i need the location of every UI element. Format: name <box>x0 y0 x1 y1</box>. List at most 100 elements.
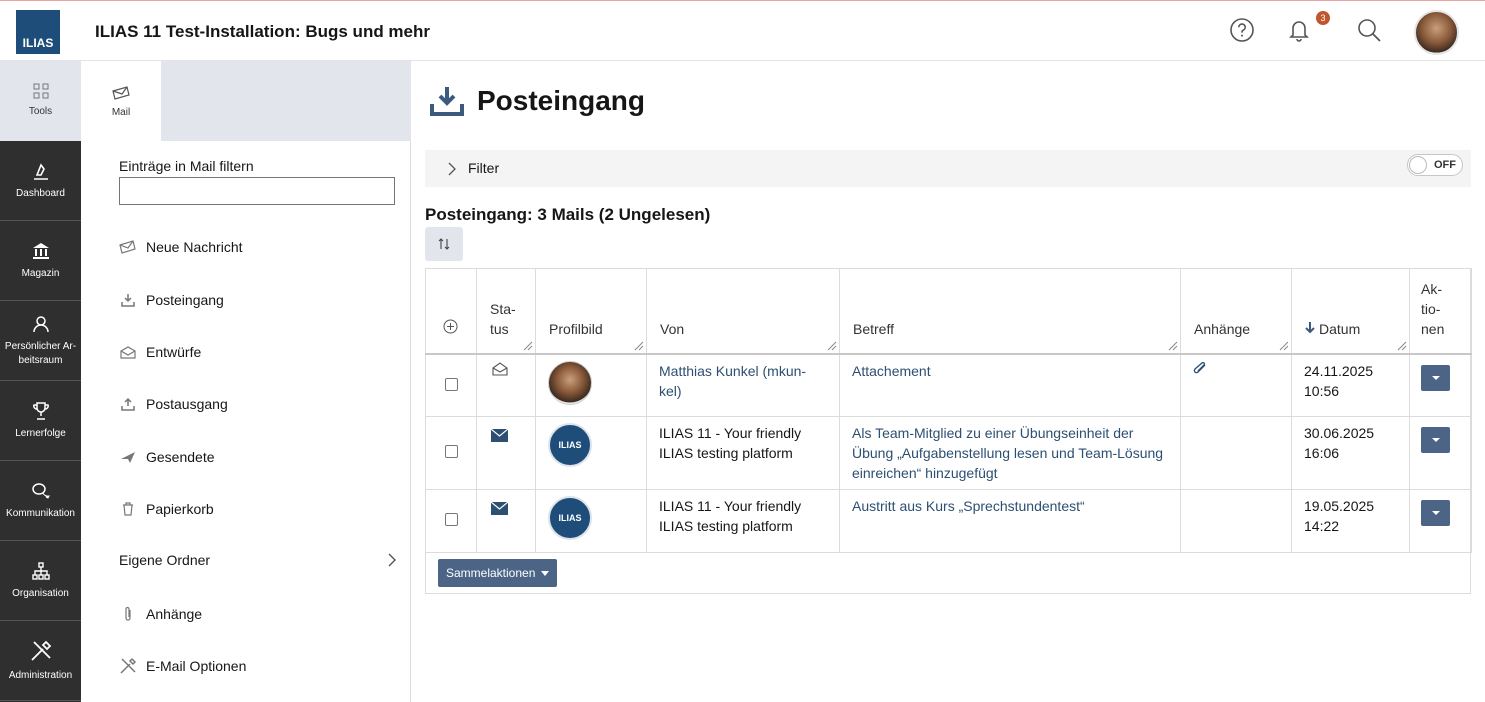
sender-link[interactable]: Matthias Kunkel (mkun-kel) <box>659 363 806 399</box>
link-label: Papierkorb <box>146 501 214 517</box>
main-bar: Tools Dashboard Magazin Persönlicher Ar-… <box>0 61 81 702</box>
envelope-open-icon <box>492 361 508 376</box>
column-subject[interactable]: Betreff <box>839 268 1181 355</box>
column-date[interactable]: Datum <box>1291 268 1410 355</box>
row-checkbox[interactable] <box>444 377 458 391</box>
sent-icon <box>119 450 137 464</box>
column-label: Anhänge <box>1194 320 1251 337</box>
resize-grip-icon[interactable] <box>1279 341 1289 351</box>
grid-icon <box>33 83 48 99</box>
actions-dropdown-button[interactable] <box>1421 364 1450 391</box>
paperclip-icon <box>119 606 137 622</box>
link-inbox[interactable]: Posteingang <box>119 289 224 311</box>
dashboard-icon <box>33 162 48 180</box>
link-label: Gesendete <box>146 449 215 465</box>
link-new-message[interactable]: Neue Nachricht <box>119 236 243 258</box>
chat-icon <box>31 482 50 499</box>
subject-link[interactable]: Attachement <box>852 363 931 379</box>
time-text: 14:22 <box>1304 518 1340 534</box>
caret-down-icon <box>1431 511 1440 515</box>
plus-circle-icon[interactable] <box>443 319 458 334</box>
tools-icon <box>119 657 137 675</box>
row-checkbox[interactable] <box>444 445 458 458</box>
own-folders-label: Eigene Ordner <box>119 552 211 568</box>
notification-badge: 3 <box>1316 11 1330 25</box>
resize-grip-icon[interactable] <box>1168 341 1178 351</box>
actions-dropdown-button[interactable] <box>1421 427 1450 453</box>
filter-bar: Filter OFF <box>425 150 1471 187</box>
mainbar-item-communication[interactable]: Kommunikation <box>0 461 81 541</box>
slate-tabs: Mail <box>81 61 411 141</box>
mainbar-item-workspace[interactable]: Persönlicher Ar-beitsraum <box>0 301 81 381</box>
resize-grip-icon[interactable] <box>1397 341 1407 351</box>
mainbar-label: Tools <box>28 106 53 117</box>
actions-dropdown-button[interactable] <box>1421 500 1450 526</box>
column-label: Ak- <box>1421 280 1442 297</box>
drafts-icon <box>119 345 137 359</box>
link-label: Posteingang <box>146 292 224 308</box>
row-checkbox[interactable] <box>444 513 458 526</box>
column-actions: Ak-tio-nen <box>1409 268 1472 355</box>
link-outbox[interactable]: Postausgang <box>119 393 228 415</box>
mainbar-item-organisation[interactable]: Organisation <box>0 541 81 621</box>
subject-link[interactable]: Austritt aus Kurs „Sprechstundentest“ <box>852 498 1085 514</box>
mainbar-item-tools[interactable]: Tools <box>0 61 81 141</box>
column-label: tio- <box>1421 300 1441 317</box>
switch-state: OFF <box>1434 159 1456 171</box>
time-text: 16:06 <box>1304 445 1340 461</box>
ilias-logo[interactable]: ILIAS <box>16 10 60 54</box>
mail-filter-input[interactable] <box>119 177 395 205</box>
link-drafts[interactable]: Entwürfe <box>119 341 201 363</box>
link-mail-options[interactable]: E-Mail Optionen <box>119 655 246 677</box>
column-attachments[interactable]: Anhänge <box>1180 268 1292 355</box>
mainbar-item-magazin[interactable]: Magazin <box>0 221 81 301</box>
mainbar-label: Magazin <box>21 267 60 279</box>
sort-button[interactable] <box>425 227 463 261</box>
link-trash[interactable]: Papierkorb <box>119 498 214 520</box>
person-icon <box>32 315 49 332</box>
filter-switch[interactable]: OFF <box>1407 154 1463 176</box>
top-header: ILIAS ILIAS 11 Test-Installation: Bugs u… <box>0 0 1485 61</box>
column-picture[interactable]: Profilbild <box>535 268 647 355</box>
resize-grip-icon[interactable] <box>827 341 837 351</box>
link-label: Postausgang <box>146 396 228 412</box>
caret-down-icon <box>541 570 550 576</box>
link-sent[interactable]: Gesendete <box>119 446 215 468</box>
link-label: Entwürfe <box>146 344 202 360</box>
tab-mail[interactable]: Mail <box>81 61 161 141</box>
mainbar-item-achievements[interactable]: Lernerfolge <box>0 381 81 461</box>
chevron-right-icon[interactable] <box>447 161 457 177</box>
resize-grip-icon[interactable] <box>634 341 644 351</box>
search-icon[interactable] <box>1355 16 1383 44</box>
column-label: tus <box>490 320 509 337</box>
avatar-logo-text: ILIAS <box>558 513 582 523</box>
link-attachments[interactable]: Anhänge <box>119 603 202 625</box>
arrow-down-icon <box>1305 321 1315 333</box>
bell-icon[interactable] <box>1285 16 1313 44</box>
bulk-actions-button[interactable]: Sammelaktionen <box>438 559 558 587</box>
filter-toggle-label[interactable]: Filter <box>468 160 499 176</box>
column-label: nen <box>1421 320 1445 337</box>
avatar-logo-text: ILIAS <box>558 440 582 450</box>
subject-link[interactable]: Als Team-Mitglied zu einer Übungseinheit… <box>852 425 1163 481</box>
table-row: Matthias Kunkel (mkun-kel) Attachement 2… <box>425 353 1472 417</box>
user-avatar[interactable] <box>1414 10 1459 55</box>
help-icon[interactable] <box>1228 16 1256 44</box>
mainbar-label: Dashboard <box>16 187 65 199</box>
column-from[interactable]: Von <box>646 268 840 355</box>
envelope-closed-icon <box>490 428 509 442</box>
date-text: 30.06.2025 <box>1304 425 1375 441</box>
resize-grip-icon[interactable] <box>523 341 533 351</box>
own-folders-link[interactable]: Eigene Ordner <box>119 552 397 568</box>
mainbar-label: Persönlicher Ar-beitsraum <box>4 340 77 366</box>
sender-text: ILIAS 11 - Your friendly <box>659 498 802 514</box>
page-header: Posteingang <box>429 85 645 117</box>
column-status[interactable]: Sta-tus <box>476 268 536 355</box>
mainbar-item-administration[interactable]: Administration <box>0 621 81 701</box>
caret-down-icon <box>1431 438 1440 442</box>
mainbar-item-dashboard[interactable]: Dashboard <box>0 141 81 221</box>
link-label: Neue Nachricht <box>146 239 243 255</box>
library-icon <box>32 242 49 259</box>
paperclip-icon[interactable] <box>1193 361 1209 376</box>
sender-text: kel) <box>659 382 682 399</box>
